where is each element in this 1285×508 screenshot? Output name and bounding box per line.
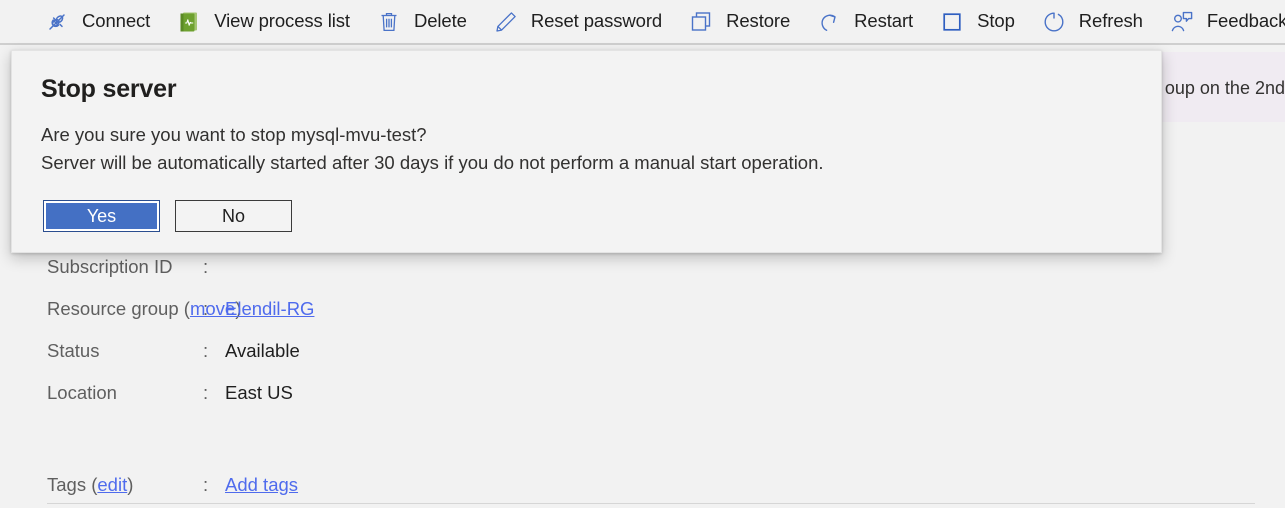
- toolbar-button-restore[interactable]: Restore: [688, 0, 799, 44]
- toolbar-label: Connect: [82, 10, 151, 32]
- yes-button[interactable]: Yes: [43, 200, 160, 232]
- dialog-title: Stop server: [41, 75, 177, 103]
- property-label: Subscription ID: [47, 256, 173, 277]
- toolbar-button-reset-password[interactable]: Reset password: [493, 0, 671, 44]
- dialog-message-line-1: Are you sure you want to stop mysql-mvu-…: [41, 124, 427, 145]
- no-button[interactable]: No: [175, 200, 292, 232]
- property-row-resource-group: Resource group (move) : Elendil-RG: [0, 288, 314, 330]
- feedback-person-icon: [1169, 9, 1195, 35]
- property-row-tags: Tags (edit) : Add tags: [0, 464, 298, 506]
- toolbar-label: Stop: [977, 10, 1015, 32]
- property-label: Resource group (move): [47, 298, 242, 319]
- toolbar-button-delete[interactable]: Delete: [376, 0, 476, 44]
- property-row-status: Status : Available: [0, 330, 300, 372]
- stop-square-icon: [939, 9, 965, 35]
- toolbar-button-stop[interactable]: Stop: [939, 0, 1024, 44]
- connect-plug-icon: [44, 9, 70, 35]
- toolbar-button-view-process-list[interactable]: View process list: [176, 0, 359, 44]
- toolbar-label: Reset password: [530, 10, 663, 32]
- dialog-button-row: Yes No: [43, 200, 292, 232]
- toolbar-label: Feedback: [1206, 10, 1285, 32]
- toolbar-button-restart[interactable]: Restart: [816, 0, 922, 44]
- property-colon: :: [203, 256, 209, 277]
- toolbar-button-connect[interactable]: Connect: [44, 0, 159, 44]
- dialog-message-line-2: Server will be automatically started aft…: [41, 152, 824, 173]
- property-label: Tags (edit): [47, 474, 134, 495]
- toolbar-label: Restart: [854, 10, 914, 32]
- pencil-icon: [493, 9, 519, 35]
- toolbar-label: Restore: [726, 10, 791, 32]
- dialog-message: Are you sure you want to stop mysql-mvu-…: [41, 121, 824, 177]
- toolbar-label: View process list: [214, 10, 350, 32]
- property-colon: :: [203, 298, 209, 319]
- property-label: Location: [47, 382, 117, 403]
- copy-restore-icon: [688, 9, 714, 35]
- toolbar-label: Refresh: [1078, 10, 1143, 32]
- property-label: Status: [47, 340, 100, 361]
- trash-icon: [376, 9, 402, 35]
- add-tags-link[interactable]: Add tags: [225, 474, 298, 496]
- property-colon: :: [203, 474, 209, 495]
- section-divider: [47, 503, 1255, 504]
- resource-group-link[interactable]: Elendil-RG: [225, 298, 314, 320]
- toolbar-button-feedback[interactable]: Feedback: [1169, 0, 1285, 44]
- property-colon: :: [203, 382, 209, 403]
- restart-arrow-icon: [816, 9, 842, 35]
- stop-server-confirmation-dialog: Stop server Are you sure you want to sto…: [11, 50, 1162, 253]
- location-value: East US: [225, 382, 293, 403]
- property-row-location: Location : East US: [0, 372, 293, 414]
- banner-text: oup on the 2nd: [1164, 78, 1285, 98]
- process-list-book-icon: [176, 9, 202, 35]
- refresh-circle-icon: [1041, 9, 1067, 35]
- status-value: Available: [225, 340, 300, 361]
- edit-tags-link[interactable]: edit: [97, 474, 127, 495]
- toolbar-button-refresh[interactable]: Refresh: [1041, 0, 1152, 44]
- property-colon: :: [203, 340, 209, 361]
- toolbar-label: Delete: [413, 10, 467, 32]
- command-toolbar: Connect View process list Delete Reset p…: [0, 0, 1285, 45]
